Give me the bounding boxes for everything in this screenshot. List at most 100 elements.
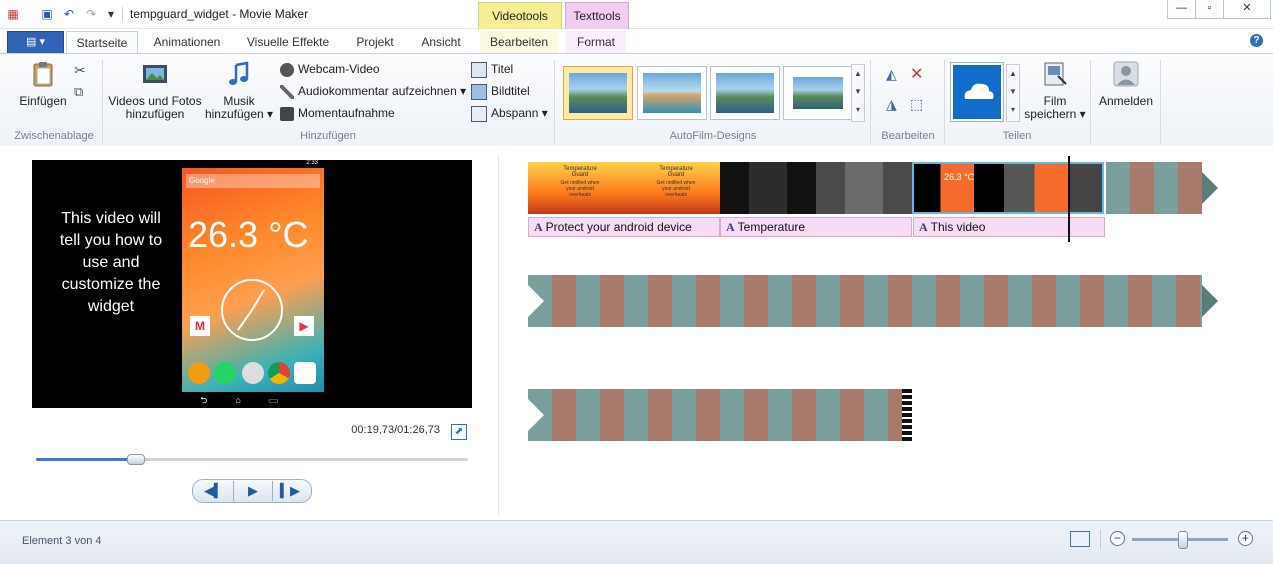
theme-tile-2[interactable] [637,66,707,120]
seek-bar[interactable] [36,454,468,465]
snapshot-button[interactable]: Momentaufnahme [280,104,395,122]
zoom-slider-thumb[interactable] [1178,531,1188,549]
narration-button[interactable]: Audiokommentar aufzeichnen ▾ [280,82,466,100]
ribbon-separator [870,60,871,144]
credits-label: Abspann ▾ [491,106,548,120]
clip-frame[interactable] [720,162,816,214]
tab-animationen[interactable]: Animationen [144,31,230,53]
add-music-button[interactable]: Musik hinzufügen ▾ [204,60,274,121]
clip-frame[interactable] [528,389,902,441]
tab-startseite[interactable]: Startseite [66,31,138,54]
phone-screenshot: 2:33 Google 26.3 °C M ▶ ⮌⌂▭ [182,160,324,408]
add-videos-photos-button[interactable]: Videos und Fotos hinzufügen [106,60,204,121]
tab-bearbeiten[interactable]: Bearbeiten [480,31,558,53]
next-frame-button[interactable]: ▍▶ [271,481,309,501]
save-icon[interactable]: ▣ [40,7,54,21]
save-movie-button[interactable]: Film speichern ▾ [1024,60,1086,121]
context-tab-videotools: Videotools [478,2,562,29]
playhead[interactable] [1068,156,1070,242]
camera-app-icon [294,362,316,384]
microphone-icon [280,84,294,99]
chevron-right-icon [1202,285,1218,317]
tab-ansicht[interactable]: Ansicht [412,31,470,53]
previous-frame-button[interactable]: ◀▍ [195,481,233,501]
title-button[interactable]: Titel [471,60,513,78]
restore-button[interactable]: ▫ [1195,0,1224,19]
group-label-clipboard: Zwischenablage [14,130,94,142]
group-label-edit: Bearbeiten [881,130,935,142]
minimize-button[interactable]: — [1167,0,1196,19]
clip-frame[interactable] [1106,162,1202,214]
gmail-icon: M [190,316,210,336]
cut-icon[interactable]: ✂ [74,62,86,79]
tab-projekt[interactable]: Projekt [346,31,404,53]
file-menu-button[interactable]: ▤ ▾ [7,31,64,54]
theme-thumbnail [793,77,843,109]
window-title: tempguard_widget - Movie Maker [130,7,309,21]
tab-visuelle-effekte[interactable]: Visuelle Effekte [240,31,336,53]
tab-format[interactable]: Format [566,31,626,53]
theme-gallery-scroll[interactable]: ▲ ▼ ▾ [851,64,865,122]
close-button[interactable]: ✕ [1223,0,1271,19]
chevron-right-icon [1202,172,1218,204]
theme-tile-1[interactable] [563,66,633,120]
pane-divider[interactable] [498,155,499,515]
credits-button[interactable]: Abspann ▾ [471,104,548,122]
clip-frame[interactable] [528,275,1202,327]
fullscreen-icon[interactable]: ⬈ [451,424,467,440]
selected-clip-frame[interactable]: 26.3 °C [912,162,1104,214]
zoom-out-button[interactable]: − [1110,531,1125,546]
share-gallery-scroll[interactable]: ▲ ▼ ▾ [1006,64,1020,122]
ribbon: Einfügen ✂ ⧉ Zwischenablage Videos und F… [0,53,1273,147]
onedrive-share-button[interactable] [950,62,1004,122]
clip-frame[interactable]: Temperature Guard Get notified when your… [528,162,624,214]
redo-icon[interactable]: ↷ [84,7,98,21]
remove-icon[interactable]: ✕ [910,64,923,84]
caption-button[interactable]: Bildtitel [471,82,530,100]
caption-label: Bildtitel [491,84,530,98]
status-bar: Element 3 von 4 − + [0,520,1273,564]
ribbon-separator [1160,60,1161,144]
status-element-text: Element 3 von 4 [22,535,102,547]
caption-clip-1-label: Protect your android device [545,220,692,234]
copy-icon[interactable]: ⧉ [74,84,83,100]
caption-icon [471,83,487,100]
caption-clip-1[interactable]: A Protect your android device [528,217,720,237]
zoom-in-button[interactable]: + [1238,531,1253,546]
frame-overlay-subtitle: Get notified when your android overheats [656,180,696,198]
app-icon: ▦ [7,7,19,21]
caption-clip-3[interactable]: A This video [913,217,1105,237]
seek-thumb[interactable] [126,454,145,465]
storyboard-view-icon[interactable] [1070,531,1090,547]
rotate-left-icon[interactable]: ◭ [886,66,897,83]
video-preview[interactable]: This video will tell you how to use and … [32,160,472,408]
signin-button[interactable]: Anmelden [1096,60,1156,108]
ribbon-separator [554,60,555,144]
theme-tile-3[interactable] [710,66,780,120]
storyboard-row-3[interactable] [528,389,912,441]
theme-thumbnail [643,73,701,113]
caption-clip-2[interactable]: A Temperature [720,217,912,237]
rotate-right-icon[interactable]: ◮ [886,96,897,113]
clip-frame[interactable]: Temperature Guard Get notified when your… [624,162,720,214]
zoom-slider[interactable] [1132,531,1228,549]
narration-label: Audiokommentar aufzeichnen ▾ [298,84,467,98]
theme-thumbnail [716,73,774,113]
chrome-icon [268,362,290,384]
theme-tile-4[interactable] [783,66,853,120]
play-button[interactable]: ▶ [233,481,273,501]
caption-clip-2-label: Temperature [737,220,806,234]
help-icon[interactable]: ? [1250,34,1263,47]
select-all-icon[interactable]: ⬚ [910,96,923,113]
onedrive-tile [953,65,1001,119]
webcam-video-button[interactable]: Webcam-Video [280,60,380,78]
film-save-icon [1044,62,1067,86]
clip-frame[interactable] [816,162,912,214]
storyboard-row-1[interactable]: Temperature Guard Get notified when your… [528,162,1218,214]
quick-access-dropdown-icon[interactable]: ▾ [104,7,118,21]
undo-icon[interactable]: ↶ [62,7,76,21]
add-music-line2: hinzufügen ▾ [204,107,274,121]
phone-nav-bar: ⮌⌂▭ [182,392,324,408]
paste-button[interactable]: Einfügen [14,60,72,108]
storyboard-row-2[interactable] [528,275,1218,327]
